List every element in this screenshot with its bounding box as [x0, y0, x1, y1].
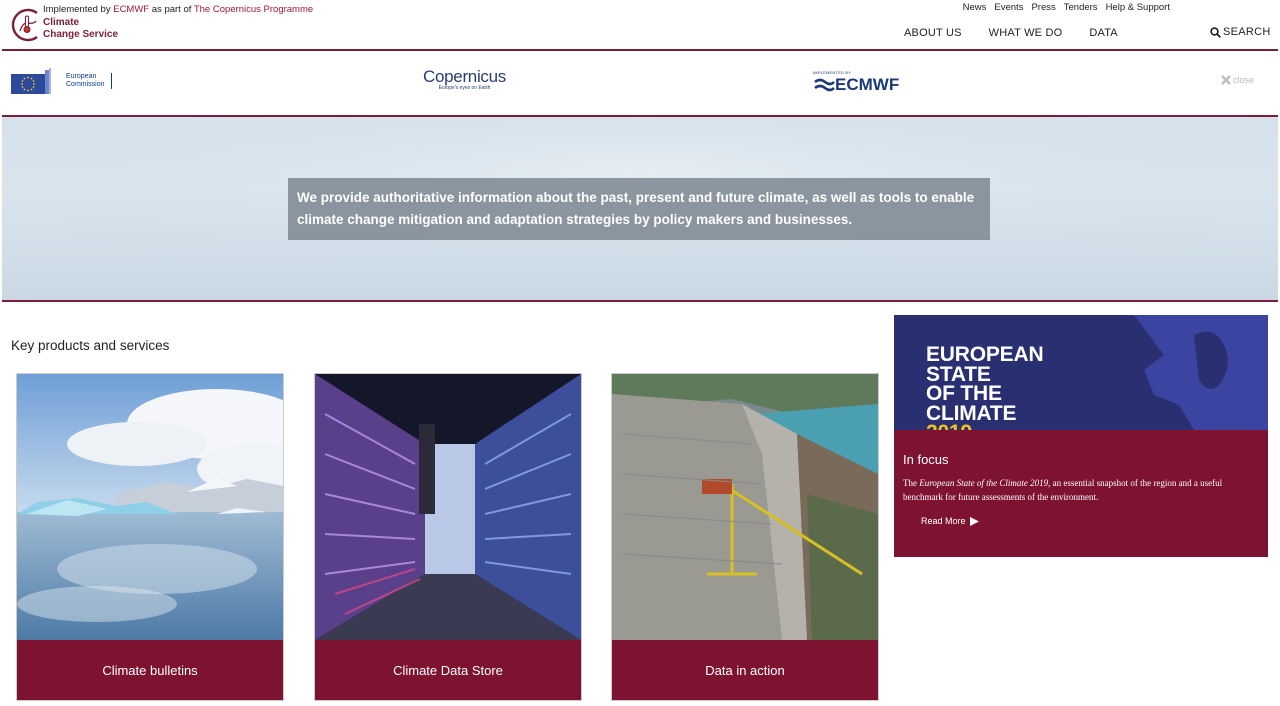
close-label: close [1233, 75, 1255, 85]
nav-news[interactable]: News [963, 2, 987, 13]
hero-divider [2, 300, 1278, 302]
ecmwf-swirl-icon [814, 78, 835, 92]
state-of-climate-title: EUROPEAN STATE OF THE CLIMATE 2019 [926, 343, 1044, 430]
nav-what-we-do[interactable]: WHAT WE DO [989, 27, 1063, 39]
site-header: Implemented by ECMWF as part of The Cope… [0, 0, 1280, 50]
product-card-climate-bulletins[interactable]: Climate bulletins [16, 373, 284, 701]
ecmwf-link[interactable]: ECMWF [113, 4, 149, 15]
key-products-title: Key products and services [11, 338, 170, 353]
nav-data[interactable]: DATA [1089, 27, 1118, 39]
impl-mid: as part of [151, 4, 192, 15]
read-more-link[interactable]: Read More [921, 516, 1259, 526]
main-nav: ABOUT US WHAT WE DO DATA [904, 27, 1118, 39]
data-in-action-image [612, 374, 878, 640]
european-commission-logo[interactable]: European Commission [11, 68, 112, 94]
focus-text-emphasis: European State of the Climate 2019 [919, 478, 1049, 488]
utility-nav: News Events Press Tenders Help & Support [963, 2, 1170, 13]
brand-line2: Change Service [43, 29, 119, 40]
nav-about-us[interactable]: ABOUT US [904, 27, 962, 39]
implemented-by-text: Implemented by ECMWF as part of The Cope… [43, 4, 313, 15]
search-icon [1210, 26, 1221, 38]
nav-events[interactable]: Events [994, 2, 1023, 13]
product-card-data-in-action[interactable]: Data in action [611, 373, 879, 701]
nav-press[interactable]: Press [1031, 2, 1055, 13]
ecmwf-wordmark: ECMWF [813, 75, 899, 95]
search-button[interactable]: SEARCH [1210, 26, 1271, 38]
ec-label: European Commission [66, 73, 112, 89]
in-focus-panel[interactable]: EUROPEAN STATE OF THE CLIMATE 2019 In fo… [894, 315, 1268, 557]
close-partners-button[interactable]: close [1221, 75, 1254, 85]
nav-help-support[interactable]: Help & Support [1106, 2, 1170, 13]
copernicus-programme-link[interactable]: The Copernicus Programme [194, 4, 313, 15]
climate-bulletins-image [17, 374, 283, 640]
brand-line1: Climate [43, 17, 80, 28]
card-label: Climate bulletins [17, 640, 283, 700]
ec-line2: Commission [66, 81, 105, 88]
climate-data-store-image [315, 374, 581, 640]
ec-line1: European [66, 73, 97, 80]
image-title-line3: OF THE [926, 382, 1002, 405]
partner-logos-bar: European Commission Copernicus Europe's … [0, 51, 1280, 115]
in-focus-heading: In focus [903, 452, 949, 467]
climate-change-service-logo[interactable] [10, 7, 46, 43]
card-label: Climate Data Store [315, 640, 581, 700]
eu-flag-icon [11, 68, 51, 94]
nav-tenders[interactable]: Tenders [1064, 2, 1098, 13]
focus-text-pre: The [903, 478, 920, 488]
close-icon [1221, 75, 1231, 85]
state-of-climate-image: EUROPEAN STATE OF THE CLIMATE 2019 [894, 315, 1268, 430]
card-label: Data in action [612, 640, 878, 700]
product-card-climate-data-store[interactable]: Climate Data Store [314, 373, 582, 701]
brand-name[interactable]: Climate Change Service [43, 17, 118, 41]
in-focus-body: In focus The European State of the Clima… [894, 430, 1268, 557]
read-more-label: Read More [921, 516, 966, 526]
impl-prefix: Implemented by [43, 4, 111, 15]
play-arrow-icon [969, 516, 979, 526]
ecmwf-text: ECMWF [835, 75, 900, 94]
in-focus-text: The European State of the Climate 2019, … [903, 476, 1259, 504]
search-label: SEARCH [1223, 26, 1271, 38]
copernicus-logo[interactable]: Copernicus Europe's eyes on Earth [423, 67, 506, 91]
copernicus-wordmark: Copernicus [423, 67, 506, 86]
ecmwf-logo[interactable]: IMPLEMENTED BY ECMWF [813, 70, 899, 95]
hero-statement: We provide authoritative information abo… [288, 178, 990, 240]
image-title-line1: EUROPEAN [926, 343, 1044, 366]
